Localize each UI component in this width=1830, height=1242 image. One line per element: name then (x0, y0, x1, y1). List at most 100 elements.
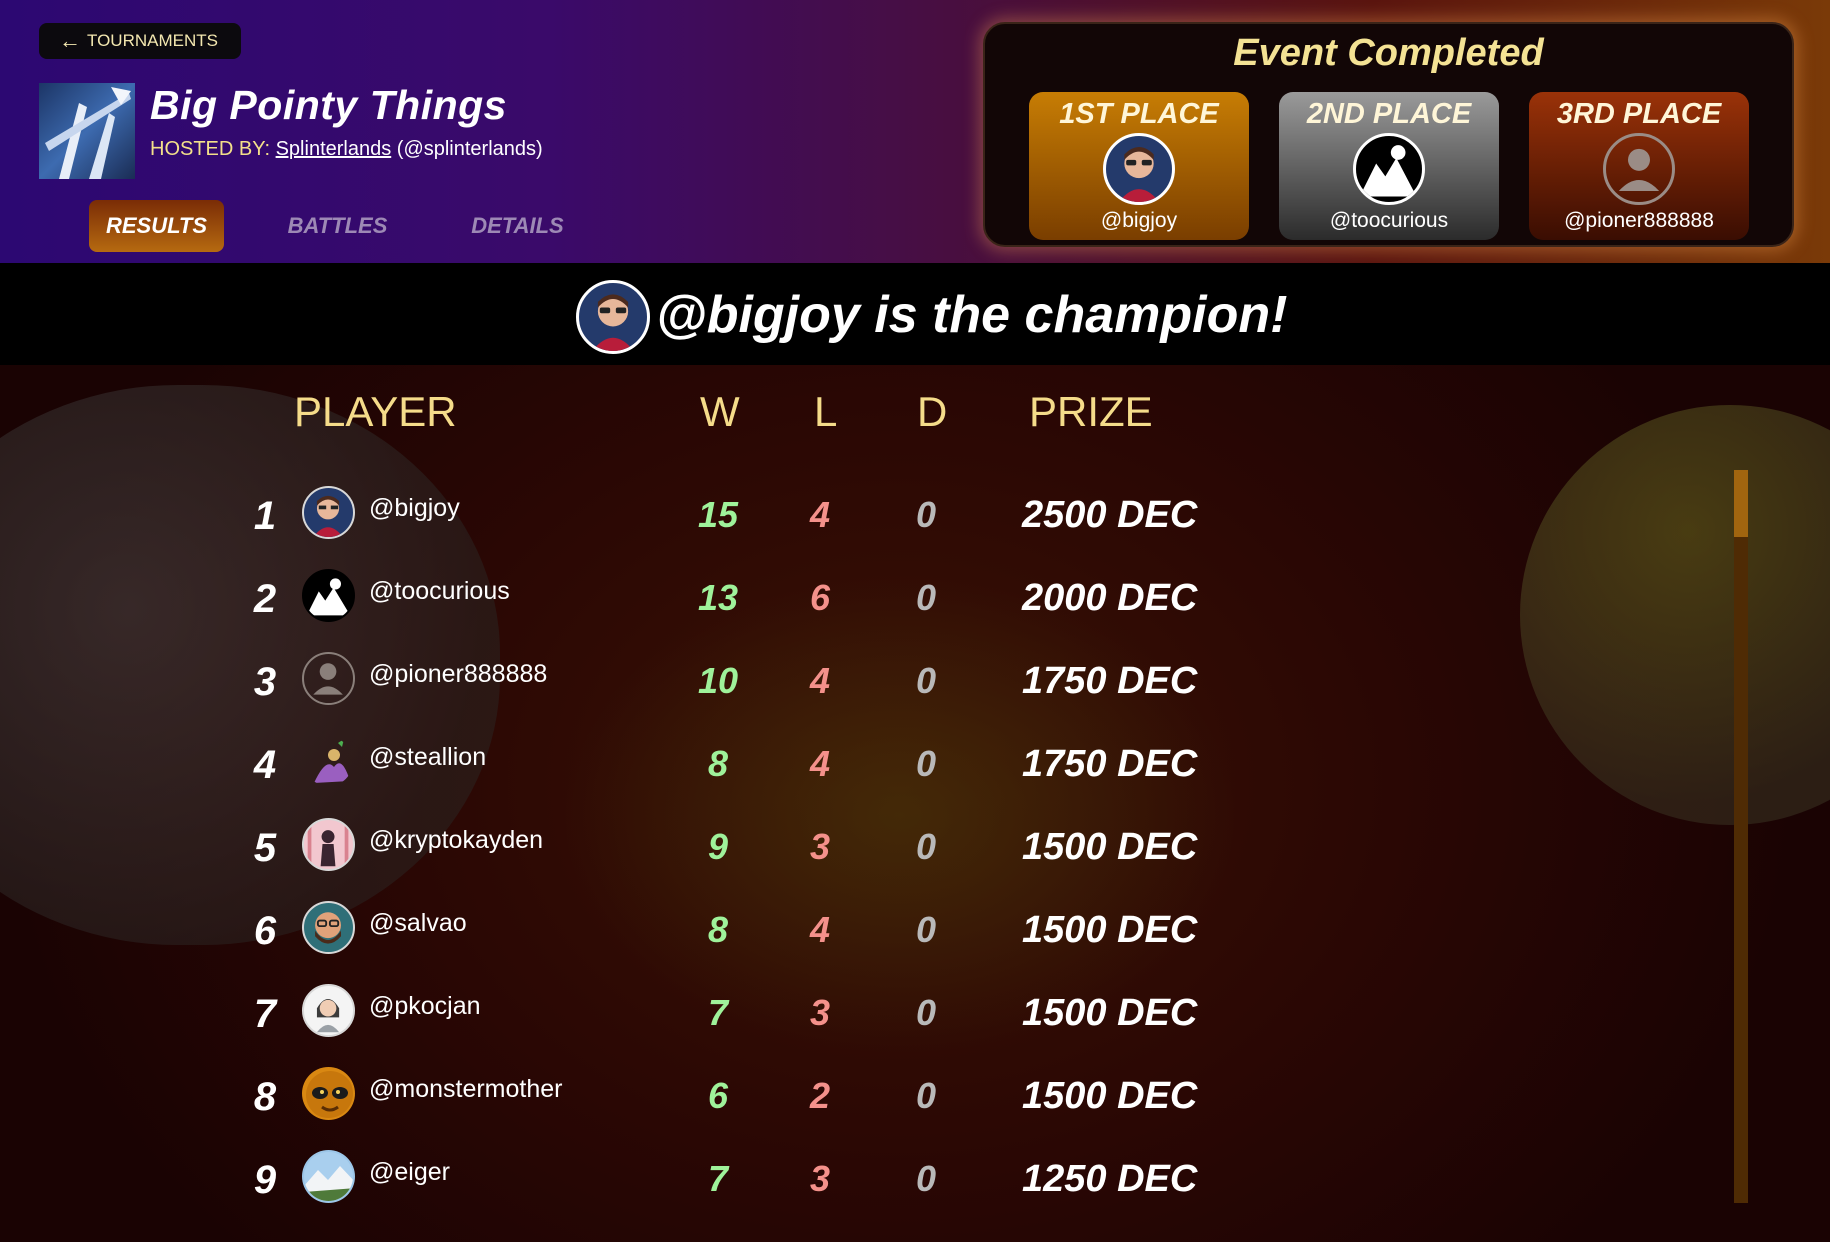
scrollbar[interactable] (1734, 470, 1748, 1203)
table-row[interactable]: 5 @kryptokayden 9 3 0 1500 DEC (0, 812, 1400, 895)
avatar (302, 569, 355, 622)
wins: 10 (697, 660, 739, 701)
wins: 9 (707, 826, 729, 867)
tournament-logo (39, 83, 135, 179)
draws: 0 (915, 992, 937, 1033)
default-avatar-icon (302, 652, 355, 705)
tab-results[interactable]: RESULTS (89, 200, 224, 252)
losses: 3 (809, 992, 831, 1033)
hosted-by-label: HOSTED BY: (150, 138, 271, 160)
host-handle: (@splinterlands) (396, 138, 543, 160)
draws: 0 (915, 743, 937, 784)
avatar (302, 1067, 355, 1120)
avatar (1353, 133, 1425, 205)
background-art (1520, 405, 1830, 825)
second-place-card[interactable]: 2ND PLACE @toocurious (1279, 92, 1499, 240)
prize: 1500 DEC (1022, 826, 1198, 868)
prize: 1750 DEC (1022, 743, 1198, 785)
rank: 8 (253, 1075, 277, 1119)
event-title: Event Completed (1233, 32, 1544, 74)
table-row[interactable]: 8 @monstermother 6 2 0 1500 DEC (0, 1061, 1400, 1144)
tournament-title: Big Pointy Things (150, 82, 507, 128)
tournament-header: ← TOURNAMENTS Big Pointy Things HOSTED B… (0, 0, 1830, 263)
username[interactable]: @steallion (369, 743, 486, 772)
table-row[interactable]: 2 @toocurious 13 6 0 2000 DEC (0, 563, 1400, 646)
username[interactable]: @eiger (369, 1158, 450, 1187)
tab-battles[interactable]: BATTLES (270, 200, 405, 252)
prize: 1750 DEC (1022, 660, 1198, 702)
losses: 4 (809, 660, 831, 701)
column-header-player: PLAYER (294, 388, 457, 435)
username[interactable]: @pioner888888 (369, 660, 547, 689)
prize: 2500 DEC (1022, 494, 1198, 536)
losses: 3 (809, 826, 831, 867)
rank: 5 (253, 826, 277, 870)
wins: 8 (707, 909, 729, 950)
table-row[interactable]: 9 @eiger 7 3 0 1250 DEC (0, 1144, 1400, 1227)
avatar (302, 984, 355, 1037)
losses: 6 (809, 577, 831, 618)
prize: 1500 DEC (1022, 909, 1198, 951)
rank: 6 (253, 909, 277, 953)
avatar (1103, 133, 1175, 205)
table-row[interactable]: 1 @bigjoy 15 4 0 2500 DEC (0, 480, 1400, 563)
column-header-w: W (700, 388, 740, 435)
tab-details[interactable]: DETAILS (450, 200, 585, 252)
rank: 4 (253, 743, 277, 787)
event-completed-panel: Event Completed 1ST PLACE @bigjoy 2ND PL… (983, 22, 1794, 247)
column-header-d: D (917, 388, 948, 435)
username[interactable]: @salvao (369, 909, 467, 938)
table-row[interactable]: 4 @steallion 8 4 0 1750 DEC (0, 729, 1400, 812)
avatar (302, 486, 355, 539)
back-button-label: TOURNAMENTS (87, 31, 218, 50)
rank: 2 (253, 577, 277, 621)
wins: 6 (707, 1075, 729, 1116)
scrollbar-thumb[interactable] (1734, 470, 1748, 537)
username[interactable]: @toocurious (369, 577, 510, 606)
column-header-prize: PRIZE (1029, 388, 1153, 435)
draws: 0 (915, 494, 937, 535)
third-place-label: 3RD PLACE (1556, 98, 1722, 130)
avatar (302, 818, 355, 871)
table-row[interactable]: 3 @pioner888888 10 4 0 1750 DEC (0, 646, 1400, 729)
wins: 7 (707, 1158, 729, 1199)
first-place-card[interactable]: 1ST PLACE @bigjoy (1029, 92, 1249, 240)
prize: 1500 DEC (1022, 1075, 1198, 1117)
host-link[interactable]: Splinterlands (276, 138, 392, 160)
rank: 1 (253, 494, 277, 538)
draws: 0 (915, 1158, 937, 1199)
username[interactable]: @kryptokayden (369, 826, 543, 855)
draws: 0 (915, 909, 937, 950)
column-header-l: L (814, 388, 838, 435)
champion-text: @bigjoy is the champion! (656, 286, 1288, 344)
second-place-user: @toocurious (1329, 209, 1449, 232)
avatar (302, 1150, 355, 1203)
username[interactable]: @bigjoy (369, 494, 460, 523)
wins: 7 (707, 992, 729, 1033)
losses: 4 (809, 909, 831, 950)
arrow-left-icon: ← (59, 28, 81, 53)
table-row[interactable]: 6 @salvao 8 4 0 1500 DEC (0, 895, 1400, 978)
hosted-by: HOSTED BY: Splinterlands (@splinterlands… (150, 138, 543, 161)
default-avatar-icon (1603, 133, 1675, 205)
rank: 3 (253, 660, 277, 704)
first-place-user: @bigjoy (1100, 209, 1178, 232)
second-place-label: 2ND PLACE (1306, 98, 1472, 130)
first-place-label: 1ST PLACE (1059, 98, 1219, 130)
avatar (302, 901, 355, 954)
champion-banner: @bigjoy is the champion! (0, 263, 1830, 365)
rank: 7 (253, 992, 277, 1036)
draws: 0 (915, 660, 937, 701)
back-to-tournaments-button[interactable]: ← TOURNAMENTS (39, 23, 241, 59)
losses: 3 (809, 1158, 831, 1199)
prize: 1500 DEC (1022, 992, 1198, 1034)
third-place-card[interactable]: 3RD PLACE @pioner888888 (1529, 92, 1749, 240)
username[interactable]: @monstermother (369, 1075, 563, 1104)
avatar (302, 735, 355, 788)
wins: 8 (707, 743, 729, 784)
draws: 0 (915, 577, 937, 618)
draws: 0 (915, 1075, 937, 1116)
losses: 4 (809, 494, 831, 535)
table-row[interactable]: 7 @pkocjan 7 3 0 1500 DEC (0, 978, 1400, 1061)
username[interactable]: @pkocjan (369, 992, 481, 1021)
